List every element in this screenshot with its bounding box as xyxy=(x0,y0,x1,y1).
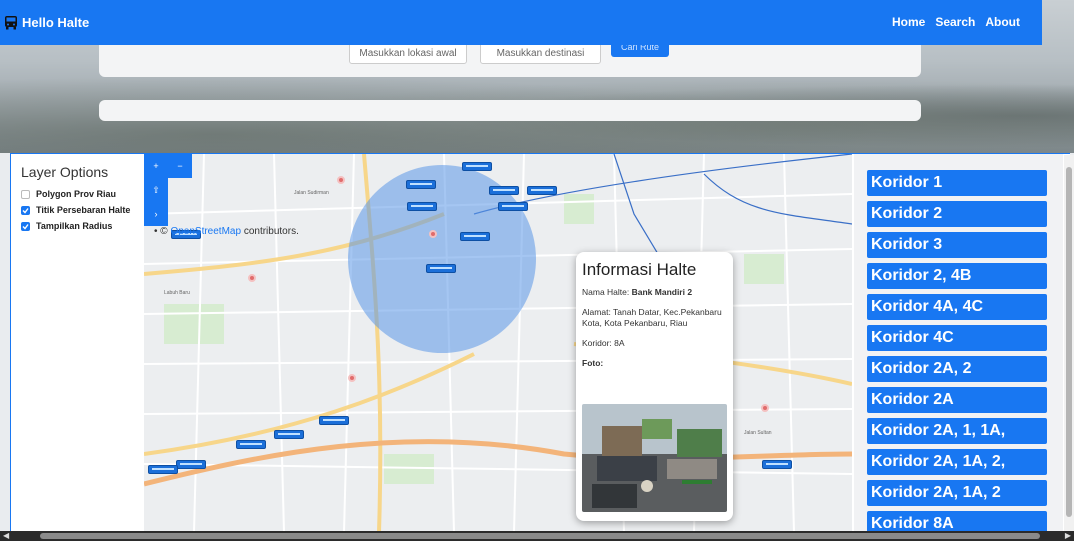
attribution-suffix: contributors. xyxy=(243,226,299,237)
horizontal-scrollbar[interactable]: ◀ ▶ xyxy=(0,531,1074,541)
bus-stop-marker[interactable] xyxy=(406,180,436,189)
bus-stop-marker[interactable] xyxy=(762,460,792,469)
result-card xyxy=(99,100,921,121)
bus-stop-marker[interactable] xyxy=(426,264,456,273)
layer-item-halte-points[interactable]: Titik Persebaran Halte xyxy=(21,202,151,218)
layer-item-label: Tampilkan Radius xyxy=(36,221,113,231)
poi-marker[interactable] xyxy=(337,176,345,184)
corridor-button[interactable]: Koridor 1 xyxy=(867,170,1047,196)
checkbox-unchecked[interactable] xyxy=(21,189,30,199)
popup-title: Informasi Halte xyxy=(582,260,697,279)
layer-options-title: Layer Options xyxy=(21,164,109,180)
bus-stop-marker[interactable] xyxy=(462,162,492,171)
map-attribution: • © OpenStreetMap contributors. xyxy=(154,226,299,237)
brand-label: Hello Halte xyxy=(22,15,90,30)
layer-item-polygon[interactable]: Polygon Prov Riau xyxy=(21,186,151,202)
bus-stop-marker[interactable] xyxy=(527,186,557,195)
horizontal-scrollbar-thumb[interactable] xyxy=(40,533,1040,539)
vertical-scrollbar[interactable] xyxy=(1064,155,1074,531)
destination-input[interactable]: Masukkan destinasi xyxy=(480,42,601,64)
zoom-in-button[interactable]: + xyxy=(144,154,168,178)
halte-info-popup: Informasi Halte Nama Halte: Bank Mandiri… xyxy=(576,252,733,521)
poi-marker[interactable] xyxy=(429,230,437,238)
checkbox-checked[interactable] xyxy=(21,205,30,215)
layer-options-panel: Layer Options Polygon Prov Riau Titik Pe… xyxy=(21,164,151,234)
layer-item-radius[interactable]: Tampilkan Radius xyxy=(21,218,151,234)
attribution-prefix: • © xyxy=(154,226,168,237)
bus-stop-marker[interactable] xyxy=(460,232,490,241)
bus-stop-marker[interactable] xyxy=(498,202,528,211)
nav-home-link[interactable]: Home xyxy=(892,15,925,29)
poi-marker[interactable] xyxy=(248,274,256,282)
checkbox-checked[interactable] xyxy=(21,221,30,231)
popup-nama-halte: Nama Halte: Bank Mandiri 2 xyxy=(582,287,727,298)
bus-stop-marker[interactable] xyxy=(236,440,266,449)
corridor-panel: Koridor 1 Koridor 2 Koridor 3 Koridor 2,… xyxy=(854,154,1063,537)
origin-input[interactable]: Masukkan lokasi awal xyxy=(349,42,467,64)
corridor-button[interactable]: Koridor 2, 4B xyxy=(867,263,1047,289)
layer-item-label: Titik Persebaran Halte xyxy=(36,205,131,215)
vertical-scrollbar-thumb[interactable] xyxy=(1066,167,1072,517)
corridor-button[interactable]: Koridor 2A, 1, 1A, xyxy=(867,418,1047,444)
zoom-out-button[interactable]: − xyxy=(168,154,192,178)
corridor-button[interactable]: Koridor 2A xyxy=(867,387,1047,413)
halte-photo-image xyxy=(582,404,727,512)
bus-stop-marker[interactable] xyxy=(489,186,519,195)
bus-stop-marker[interactable] xyxy=(148,465,178,474)
nav-links: Home Search About xyxy=(892,15,1020,29)
popup-koridor: Koridor: 8A xyxy=(582,338,727,349)
popup-foto-label: Foto: xyxy=(582,358,727,369)
bus-stop-marker[interactable] xyxy=(274,430,304,439)
corridor-button[interactable]: Koridor 4A, 4C xyxy=(867,294,1047,320)
bus-stop-marker[interactable] xyxy=(407,202,437,211)
nav-about-link[interactable]: About xyxy=(985,15,1020,29)
locate-button[interactable]: ⇧ xyxy=(144,178,168,202)
popup-alamat: Alamat: Tanah Datar, Kec.Pekanbaru Kota,… xyxy=(582,307,727,329)
corridor-button[interactable]: Koridor 3 xyxy=(867,232,1047,258)
foto-label: Foto: xyxy=(582,358,604,368)
koridor-value: 8A xyxy=(614,338,625,348)
corridor-button[interactable]: Koridor 2A, 2 xyxy=(867,356,1047,382)
map-view[interactable]: Labuh Baru Jalan Sudirman Jalan Riau Jal… xyxy=(144,154,852,532)
bus-icon xyxy=(5,16,17,30)
expand-button[interactable]: › xyxy=(144,202,168,226)
layer-item-label: Polygon Prov Riau xyxy=(36,189,117,199)
svg-text:Labuh Baru: Labuh Baru xyxy=(164,290,190,296)
corridor-button[interactable]: Koridor 2A, 1A, 2, xyxy=(867,449,1047,475)
openstreetmap-link[interactable]: OpenStreetMap xyxy=(170,226,241,237)
nama-value: Bank Mandiri 2 xyxy=(631,287,693,297)
nama-label: Nama Halte: xyxy=(582,287,632,297)
page: Masukkan lokasi awal Masukkan destinasi … xyxy=(0,0,1074,541)
brand[interactable]: Hello Halte xyxy=(4,15,89,30)
halte-photo xyxy=(582,404,727,512)
koridor-label: Koridor: xyxy=(582,338,615,348)
check-icon xyxy=(22,207,29,214)
bus-stop-marker[interactable] xyxy=(176,460,206,469)
main-panel: Layer Options Polygon Prov Riau Titik Pe… xyxy=(10,153,1070,537)
bus-stop-marker[interactable] xyxy=(319,416,349,425)
svg-text:Jalan Sultan: Jalan Sultan xyxy=(744,430,772,436)
svg-text:Jalan Sudirman: Jalan Sudirman xyxy=(294,190,329,196)
poi-marker[interactable] xyxy=(348,374,356,382)
scroll-right-icon[interactable]: ▶ xyxy=(1065,531,1071,540)
navbar: Hello Halte Home Search About xyxy=(0,0,1042,45)
alamat-label: Alamat: xyxy=(582,307,614,317)
corridor-list: Koridor 1 Koridor 2 Koridor 3 Koridor 2,… xyxy=(867,170,1047,541)
poi-marker[interactable] xyxy=(761,404,769,412)
corridor-button[interactable]: Koridor 2A, 1A, 2 xyxy=(867,480,1047,506)
nav-search-link[interactable]: Search xyxy=(935,15,975,29)
corridor-button[interactable]: Koridor 2 xyxy=(867,201,1047,227)
corridor-button[interactable]: Koridor 4C xyxy=(867,325,1047,351)
check-icon xyxy=(22,223,29,230)
scroll-left-icon[interactable]: ◀ xyxy=(3,531,9,540)
